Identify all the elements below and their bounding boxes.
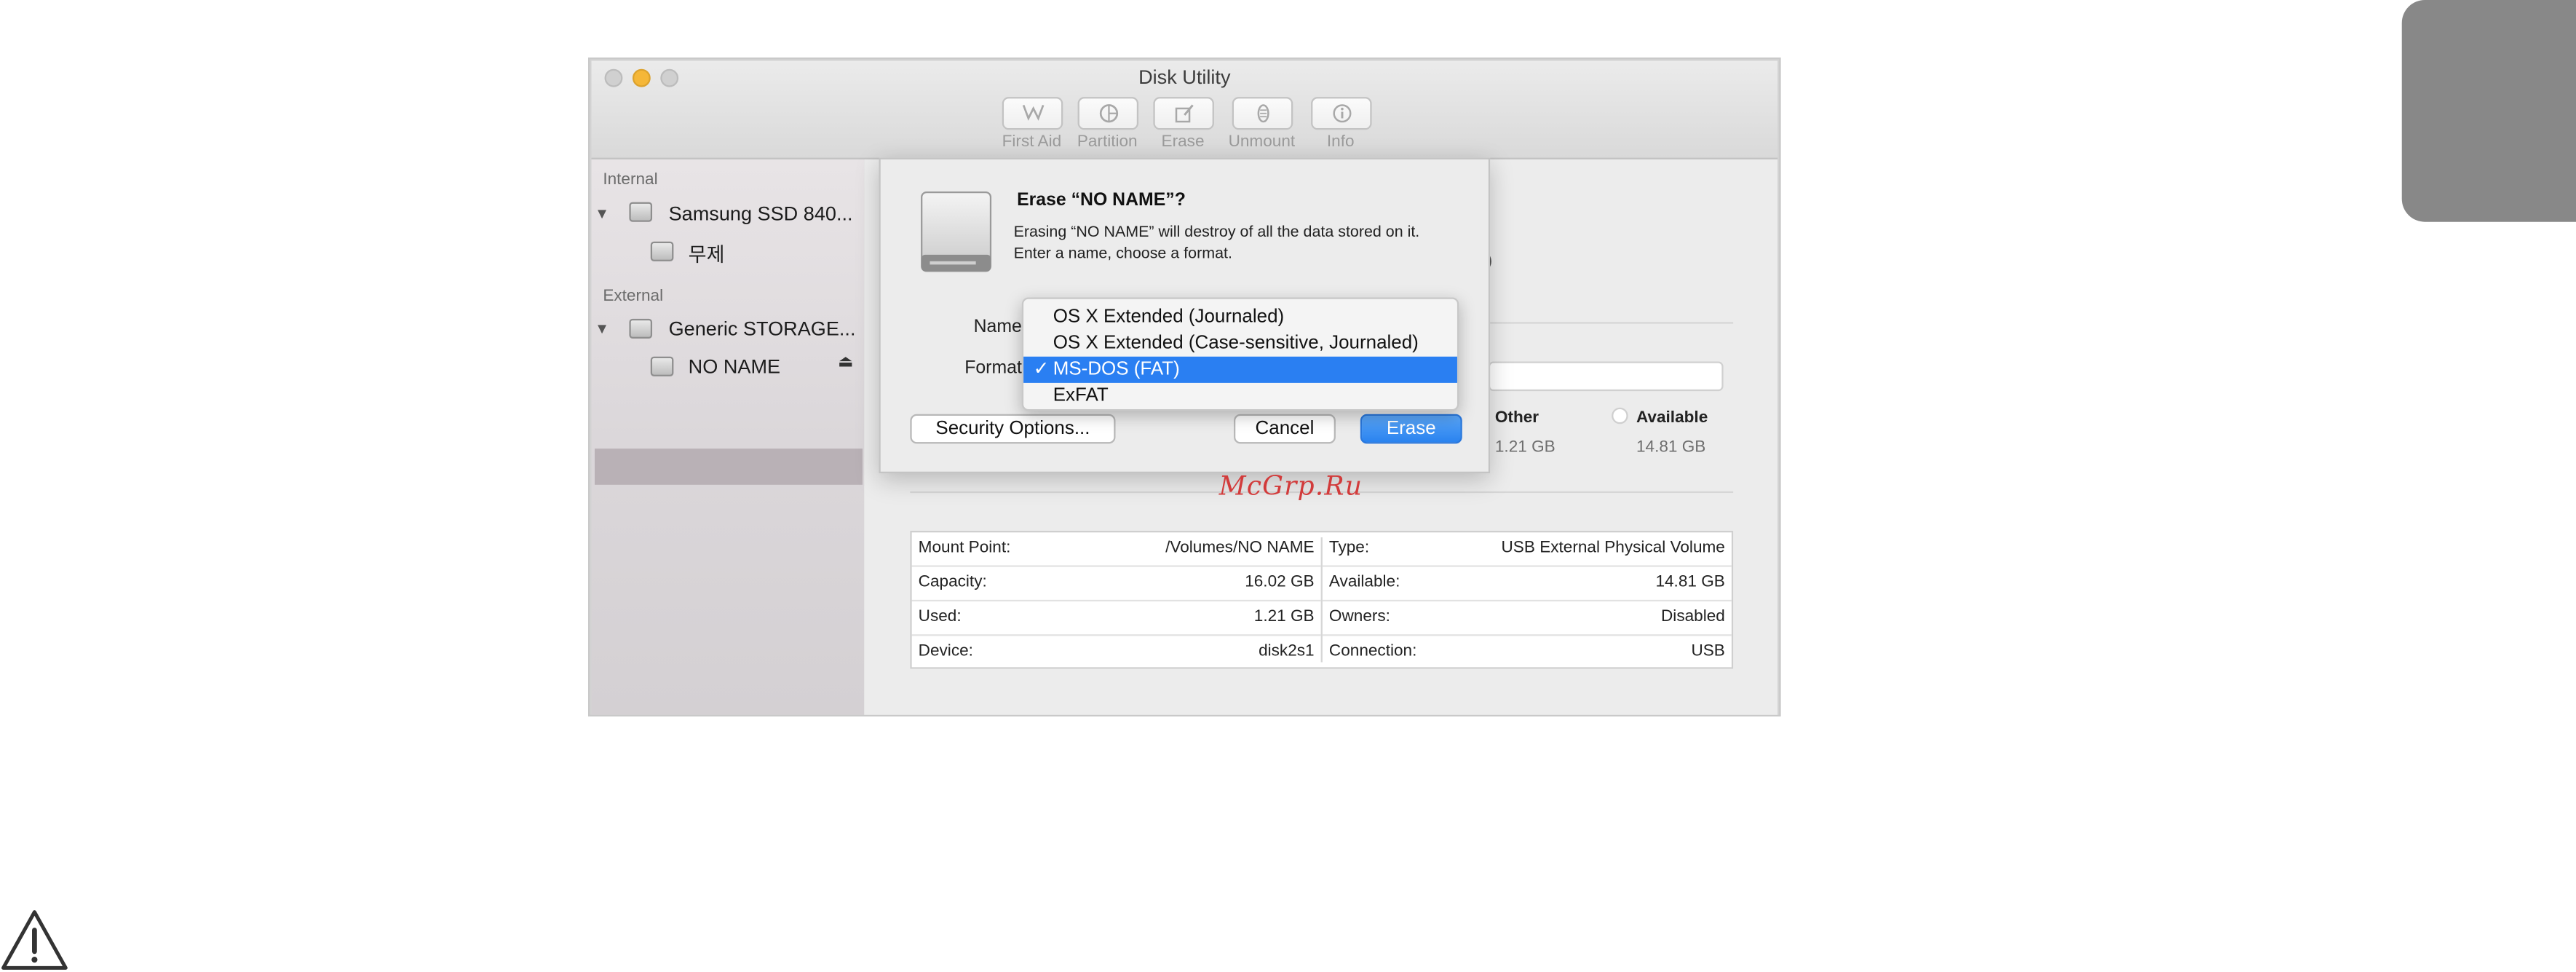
cancel-button[interactable]: Cancel xyxy=(1234,414,1336,444)
sidebar: Internal ▼ Samsung SSD 840... 무제 Externa… xyxy=(591,159,866,715)
name-label: Name xyxy=(973,317,1022,337)
sidebar-item-samsung-ssd[interactable]: Samsung SSD 840... xyxy=(669,202,853,226)
disclosure-triangle-icon[interactable]: ▼ xyxy=(595,205,609,222)
title-bar: Disk Utility First Aid Partition Erase U… xyxy=(591,60,1778,159)
eject-icon[interactable]: ⏏ xyxy=(838,353,853,371)
legend-other-label: Other xyxy=(1494,408,1539,427)
table-row: Capacity: 16.02 GB xyxy=(911,567,1321,602)
erase-confirm-button[interactable]: Erase xyxy=(1360,414,1462,444)
available-swatch xyxy=(1612,407,1628,424)
table-row: Device: disk2s1 xyxy=(918,642,1315,661)
window-title: Disk Utility xyxy=(1138,66,1231,89)
page-tab-marker xyxy=(2401,0,2576,222)
stethoscope-icon xyxy=(1021,104,1044,121)
volume-icon xyxy=(650,356,674,376)
pie-icon xyxy=(1098,104,1117,123)
unmount-button[interactable] xyxy=(1232,97,1293,130)
usage-bar xyxy=(1488,361,1724,392)
menu-item-osx-case-sensitive[interactable]: OS X Extended (Case-sensitive, Journaled… xyxy=(1023,331,1457,357)
dialog-message: Erasing “NO NAME” will destroy of all th… xyxy=(1013,223,1420,262)
table-row: Owners: Disabled xyxy=(1322,601,1732,636)
first-aid-button[interactable] xyxy=(1002,97,1063,130)
table-row: Type: USB External Physical Volume xyxy=(1322,532,1732,567)
format-label: Format xyxy=(964,358,1022,379)
legend-available-label: Available xyxy=(1636,408,1708,427)
menu-item-osx-journaled[interactable]: OS X Extended (Journaled) xyxy=(1023,304,1457,331)
volume-icon xyxy=(650,241,674,261)
eject-icon xyxy=(1256,104,1269,123)
disclosure-triangle-icon[interactable]: ▼ xyxy=(595,320,609,337)
watermark: McGrp.Ru xyxy=(1218,470,1363,502)
info-icon xyxy=(1332,104,1351,123)
usb-disk-icon xyxy=(629,318,653,339)
info-button[interactable] xyxy=(1311,97,1372,130)
sidebar-item-selected-volume[interactable] xyxy=(595,449,863,485)
sidebar-item-generic-storage[interactable]: Generic STORAGE... xyxy=(669,317,856,341)
menu-item-label: MS-DOS (FAT) xyxy=(1053,360,1180,380)
drive-icon xyxy=(921,191,992,272)
format-dropdown-menu: OS X Extended (Journaled) OS X Extended … xyxy=(1021,297,1459,411)
erase-icon xyxy=(1174,104,1193,123)
table-row: Connection: USB xyxy=(1328,642,1725,661)
sidebar-item-internal-volume[interactable]: 무제 xyxy=(689,240,725,268)
table-row: Mount Point:/Volumes/NO NAME xyxy=(911,532,1321,567)
erase-button[interactable] xyxy=(1153,97,1214,130)
table-row: Used: 1.21 GB xyxy=(911,601,1321,636)
legend-available-value: 14.81 GB xyxy=(1636,438,1706,457)
info-label: Info xyxy=(1326,133,1355,151)
menu-item-ms-dos-fat[interactable]: ✓ MS-DOS (FAT) xyxy=(1023,356,1457,383)
partition-button[interactable] xyxy=(1077,97,1139,130)
security-options-button[interactable]: Security Options... xyxy=(910,414,1116,444)
table-row: Available: 14.81 GB xyxy=(1322,567,1732,602)
internal-header: Internal xyxy=(603,170,658,189)
warning-icon xyxy=(1,910,68,970)
volume-info-table: Mount Point:/Volumes/NO NAME Capacity: 16… xyxy=(910,531,1734,669)
legend-other-value: 1.21 GB xyxy=(1494,438,1555,457)
sidebar-item-no-name-label: NO NAME xyxy=(688,355,781,379)
external-header: External xyxy=(603,287,664,306)
hard-disk-icon xyxy=(629,202,653,222)
checkmark-icon: ✓ xyxy=(1033,360,1050,380)
menu-item-exfat[interactable]: ExFAT xyxy=(1023,383,1457,409)
dialog-title: Erase “NO NAME”? xyxy=(1017,190,1186,210)
